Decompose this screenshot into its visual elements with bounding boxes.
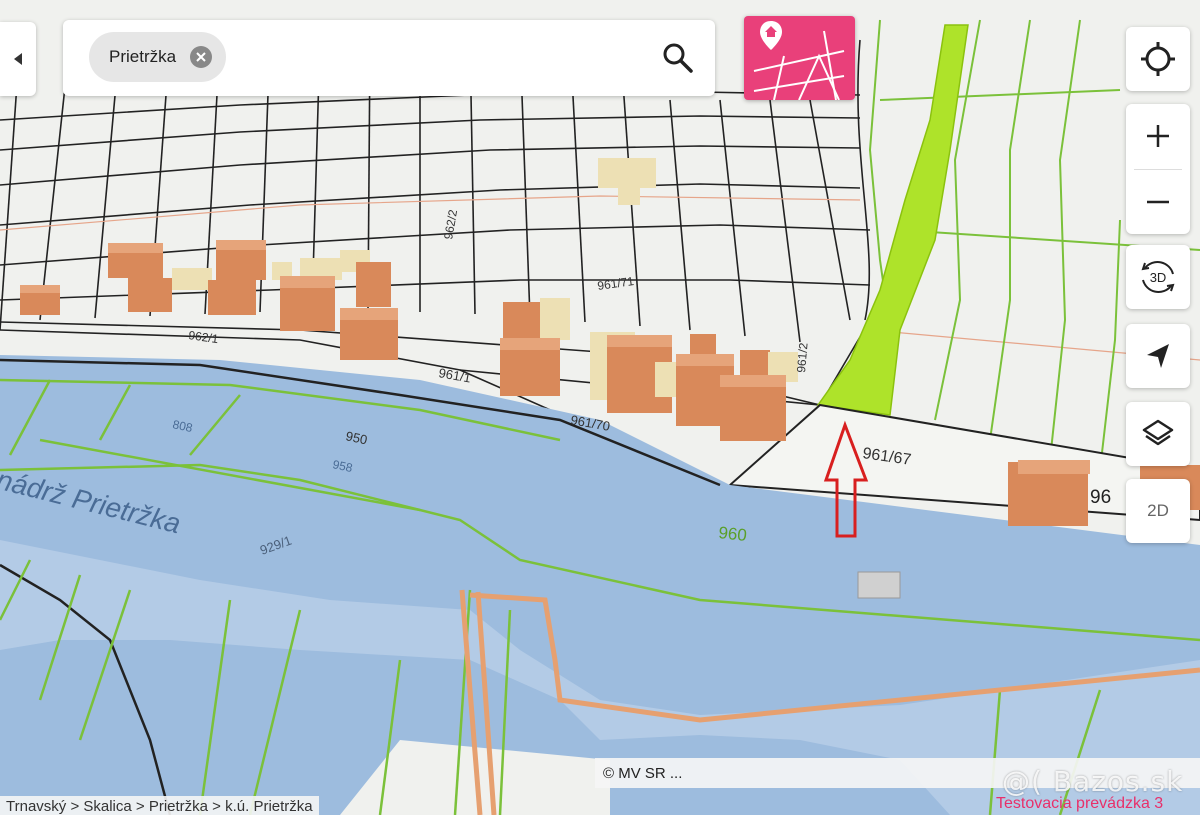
zoom-out-button[interactable]: [1126, 170, 1190, 234]
view-2d-button[interactable]: 2D: [1126, 479, 1190, 543]
mode-2d-label: 2D: [1147, 501, 1169, 520]
map-label: 960: [718, 523, 748, 545]
watermark: @( Bazos.sk: [1002, 765, 1184, 798]
plus-icon: [1147, 125, 1169, 147]
collapse-panel-button[interactable]: [0, 22, 36, 96]
zoom-controls: [1126, 104, 1190, 234]
navigation-button[interactable]: [1126, 324, 1190, 388]
search-icon[interactable]: [661, 41, 695, 75]
map-label: 961/2: [794, 342, 811, 373]
search-bar[interactable]: Prietržka: [63, 20, 715, 96]
search-chip-label: Prietržka: [109, 47, 177, 66]
navigation-arrow-icon: [1147, 344, 1169, 368]
mode-3d-label: 3D: [1150, 270, 1167, 285]
locate-button[interactable]: [1126, 27, 1190, 91]
chevron-left-icon: [14, 53, 22, 65]
small-structure: [857, 571, 901, 599]
map-label: 96: [1090, 487, 1111, 508]
map-canvas[interactable]: 961/67 960 961/1 961/70 961/2 961/71 962…: [0, 0, 1200, 815]
layers-icon: [1142, 419, 1174, 446]
zoom-in-button[interactable]: [1126, 104, 1190, 168]
crosshair-icon: [1141, 42, 1175, 76]
layers-button[interactable]: [1126, 402, 1190, 466]
status-notice: Testovacia prevádzka 3: [996, 795, 1164, 812]
breadcrumb: Trnavský > Skalica > Prietržka > k.ú. Pr…: [0, 796, 319, 815]
parcel-map-button[interactable]: [744, 16, 855, 100]
rotate-3d-button[interactable]: 3D: [1126, 245, 1190, 309]
parcel-thumbnail-icon: [753, 21, 845, 100]
rotate-3d-icon: 3D: [1141, 261, 1175, 293]
close-icon[interactable]: [190, 46, 213, 68]
search-chip[interactable]: Prietržka: [89, 32, 227, 82]
minus-icon: [1147, 200, 1169, 204]
